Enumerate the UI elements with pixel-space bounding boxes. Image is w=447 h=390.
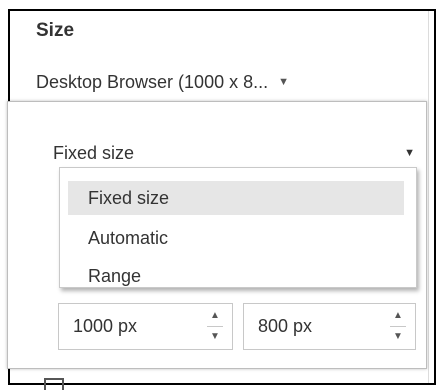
caret-down-icon: ▼: [404, 147, 415, 159]
menu-item-automatic[interactable]: Automatic: [68, 221, 404, 255]
menu-item-fixed-size[interactable]: Fixed size: [68, 181, 404, 215]
device-preset-dropdown[interactable]: Desktop Browser (1000 x 8... ▼: [36, 67, 396, 97]
checkbox-partial[interactable]: [44, 378, 64, 390]
height-stepper[interactable]: 800 px ▲ ▼: [243, 303, 416, 350]
height-value[interactable]: 800 px: [258, 304, 312, 349]
size-mode-dropdown[interactable]: Fixed size ▼: [53, 138, 423, 168]
menu-item-label: Range: [88, 265, 142, 286]
stepper-divider: [390, 326, 406, 327]
spin-up-icon[interactable]: ▲: [210, 308, 220, 324]
size-mode-value: Fixed size: [53, 142, 135, 163]
section-title: Size: [36, 20, 75, 41]
menu-item-range[interactable]: Range: [68, 259, 404, 293]
spin-down-icon[interactable]: ▼: [393, 329, 403, 345]
spin-down-icon[interactable]: ▼: [210, 329, 220, 345]
device-preset-value: Desktop Browser (1000 x 8...: [36, 71, 269, 92]
menu-item-label: Fixed size: [88, 187, 170, 208]
spin-up-icon[interactable]: ▲: [393, 308, 403, 324]
menu-item-label: Automatic: [88, 227, 169, 248]
width-value[interactable]: 1000 px: [73, 304, 137, 349]
stepper-divider: [207, 326, 223, 327]
size-mode-menu: Fixed size Automatic Range: [59, 167, 417, 288]
width-stepper[interactable]: 1000 px ▲ ▼: [58, 303, 233, 350]
caret-down-icon: ▼: [278, 76, 289, 88]
panel-divider: [428, 11, 429, 383]
